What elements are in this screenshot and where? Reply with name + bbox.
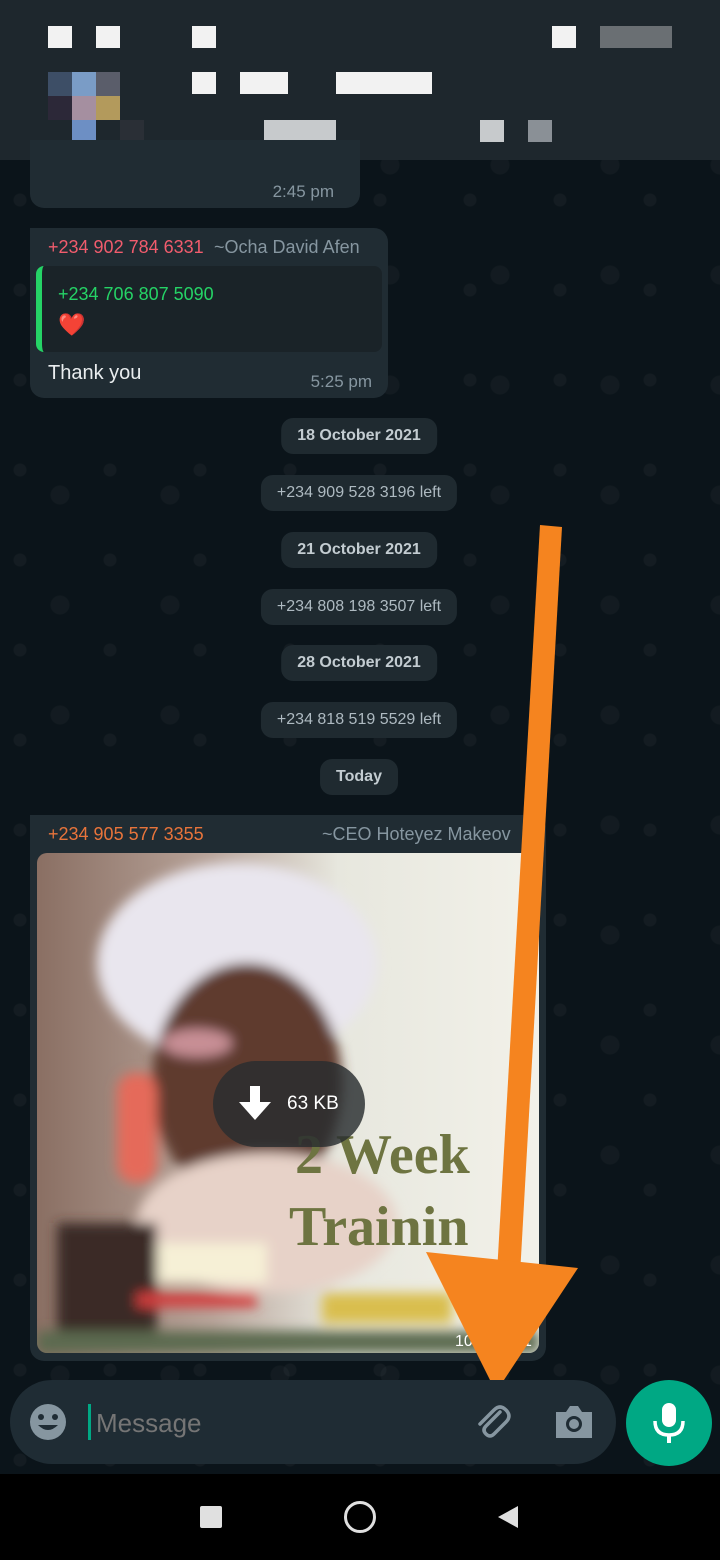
redaction-block — [192, 72, 216, 94]
message-time: 2:45 pm — [272, 182, 334, 201]
reply-message-bubble[interactable]: +234 902 784 6331 ~Ocha David Afen +234 … — [30, 228, 388, 398]
sender-phone[interactable]: +234 902 784 6331 — [48, 237, 204, 258]
download-button[interactable]: 63 KB — [213, 1061, 365, 1147]
date-pill: 28 October 2021 — [281, 645, 437, 681]
redaction-block — [192, 26, 216, 48]
download-size: 63 KB — [287, 1093, 339, 1114]
sender-name: ~CEO Hoteyez Makeov — [322, 824, 511, 844]
redaction-block — [96, 26, 120, 48]
message-input[interactable] — [94, 1396, 458, 1450]
sender-name: ~Ocha David Afen — [214, 237, 360, 257]
attach-icon[interactable] — [470, 1400, 514, 1444]
redaction-block — [264, 120, 336, 142]
download-icon — [239, 1086, 271, 1120]
mic-icon — [653, 1403, 685, 1443]
system-navigation-bar — [0, 1474, 720, 1560]
date-pill: 21 October 2021 — [281, 532, 437, 568]
quoted-text: ❤️ — [58, 312, 86, 337]
redaction-block — [552, 26, 576, 48]
redaction-block — [96, 96, 120, 120]
redacted-header — [0, 0, 720, 168]
redaction-block — [600, 26, 672, 48]
system-message-pill: +234 818 519 5529 left — [260, 702, 458, 738]
redaction-block — [96, 72, 120, 96]
image-thumbnail[interactable]: 2 Week Trainin 63 KB 10 1 — [37, 853, 539, 1353]
system-message-pill: +234 808 198 3507 left — [260, 589, 458, 625]
emoji-icon[interactable] — [28, 1402, 68, 1442]
redaction-block — [48, 72, 72, 96]
message-composer[interactable] — [10, 1380, 616, 1464]
message-bubble[interactable]: 2:45 pm — [30, 140, 360, 208]
image-message-bubble[interactable]: +234 905 577 3355 ~CEO Hoteyez Makeov 2 … — [30, 815, 546, 1361]
quoted-message[interactable]: +234 706 807 5090 ❤️ — [36, 266, 382, 352]
back-button[interactable] — [496, 1504, 520, 1530]
text-cursor — [88, 1404, 91, 1440]
camera-icon[interactable] — [552, 1402, 596, 1442]
redaction-block — [48, 26, 72, 48]
sender-phone[interactable]: +234 905 577 3355 — [48, 824, 204, 845]
date-pill: 18 October 2021 — [281, 418, 437, 454]
flyer-title-line2: Trainin — [289, 1196, 468, 1258]
voice-record-button[interactable] — [626, 1380, 712, 1466]
home-button[interactable] — [344, 1501, 376, 1533]
system-message-pill: +234 909 528 3196 left — [260, 475, 458, 511]
message-time-end: 1 — [523, 1333, 532, 1350]
redaction-block — [72, 96, 96, 120]
redaction-block — [336, 72, 432, 94]
redaction-block — [240, 72, 288, 94]
redaction-block — [48, 96, 72, 120]
redaction-block — [72, 72, 96, 96]
redaction-block — [528, 120, 552, 142]
redaction-block — [480, 120, 504, 142]
quoted-phone: +234 706 807 5090 — [58, 284, 214, 304]
message-time: 5:25 pm — [310, 372, 372, 391]
date-pill: Today — [320, 759, 398, 795]
message-time: 10 — [455, 1333, 473, 1350]
message-text: Thank you — [48, 362, 142, 384]
recents-button[interactable] — [200, 1506, 222, 1528]
